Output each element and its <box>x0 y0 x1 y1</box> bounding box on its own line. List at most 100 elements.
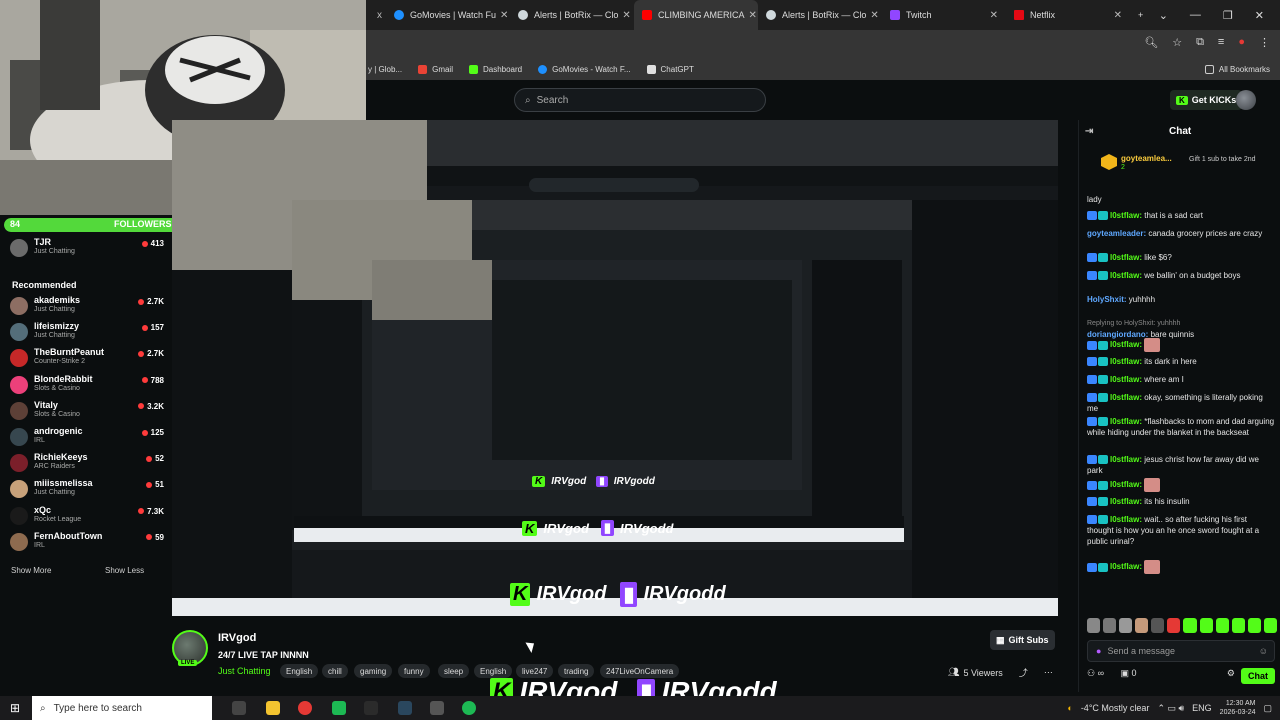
windows-start-icon[interactable]: ⊞ <box>10 701 20 715</box>
bookmark-gmail[interactable]: Gmail <box>418 64 453 74</box>
obs-icon[interactable] <box>364 701 378 715</box>
stream-tag[interactable]: funny <box>398 664 430 678</box>
emote-icon[interactable] <box>1215 618 1229 633</box>
task-view-icon[interactable] <box>232 701 246 715</box>
settings-icon[interactable] <box>430 701 444 715</box>
stream-tag[interactable]: chill <box>322 664 348 678</box>
stream-tag[interactable]: English <box>280 664 319 678</box>
chat-username[interactable]: l0stflaw <box>1110 515 1139 524</box>
chat-users-icon[interactable]: ⚇ ∞ <box>1087 668 1104 678</box>
emote-icon[interactable] <box>1231 618 1245 633</box>
emote-icon[interactable] <box>1103 618 1117 633</box>
stream-category[interactable]: Just Chatting <box>218 666 271 676</box>
tray-icons[interactable]: ⌃ ▭ 🔊︎ <box>1157 703 1184 714</box>
chat-username[interactable]: l0stflaw <box>1110 375 1139 384</box>
bookmark-dashboard[interactable]: Dashboard <box>468 64 522 74</box>
chat-username[interactable]: l0stflaw <box>1110 393 1139 402</box>
chat-username[interactable]: l0stflaw <box>1110 455 1139 464</box>
tab-netflix[interactable]: Netflix ✕ <box>1006 0 1130 30</box>
bookmark-partial[interactable]: y | Glob... <box>368 65 402 74</box>
collapse-chat-icon[interactable]: ⇥ <box>1085 126 1093 137</box>
stream-tag[interactable]: gaming <box>354 664 393 678</box>
emote-icon[interactable] <box>1247 618 1261 633</box>
weather-text[interactable]: -4°C Mostly clear <box>1081 703 1150 713</box>
close-icon[interactable]: ✕ <box>618 10 630 21</box>
tab-search-icon[interactable]: ⌄ <box>1159 9 1168 22</box>
close-icon[interactable]: ✕ <box>496 10 508 21</box>
chat-username[interactable]: HolyShxit <box>1087 295 1124 304</box>
user-avatar[interactable] <box>1236 90 1256 110</box>
emoji-icon[interactable]: ☺ <box>1259 646 1268 656</box>
steam-icon[interactable] <box>398 701 412 715</box>
close-window-icon[interactable]: ✕ <box>1255 9 1264 22</box>
chat-username[interactable]: l0stflaw <box>1110 211 1139 220</box>
notifications-icon[interactable]: ▢ <box>1263 703 1272 714</box>
emote-icon[interactable] <box>1183 618 1197 633</box>
spotify-icon[interactable] <box>462 701 476 715</box>
chat-settings-icon[interactable]: ⚙ <box>1227 668 1235 679</box>
tab-close-partial[interactable]: x <box>366 0 386 30</box>
menu-icon[interactable]: ⋮ <box>1259 36 1270 49</box>
chat-username[interactable]: l0stflaw <box>1110 357 1139 366</box>
close-icon[interactable]: ✕ <box>1110 10 1122 21</box>
sidebar-item-xqc[interactable]: xQc Rocket League 7.3K <box>8 504 164 530</box>
show-less-link[interactable]: Show Less <box>105 566 144 575</box>
tab-climbing-america[interactable]: CLIMBING AMERICA ✕ <box>634 0 758 30</box>
sidebar-item-androgenic[interactable]: androgenic IRL 125 <box>8 425 164 451</box>
chat-username[interactable]: l0stflaw <box>1110 271 1139 280</box>
gift-subs-button[interactable]: ▦ Gift Subs <box>990 630 1055 650</box>
minimize-icon[interactable]: — <box>1190 9 1201 21</box>
sidebar-item-akademiks[interactable]: akademiks Just Chatting 2.7K <box>8 294 164 320</box>
sidebar-item-miiissmelissa[interactable]: miiissmelissa Just Chatting 51 <box>8 477 164 503</box>
taskbar-search-input[interactable]: ⌕ Type here to search <box>32 696 212 720</box>
profile-icon[interactable]: ● <box>1238 36 1245 49</box>
more-icon[interactable]: ⋯ <box>1044 667 1053 678</box>
share-icon[interactable]: ⤴ <box>1019 666 1028 679</box>
maximize-icon[interactable]: ❐ <box>1223 9 1233 22</box>
chat-username[interactable]: l0stflaw <box>1110 497 1139 506</box>
all-bookmarks[interactable]: All Bookmarks <box>1204 64 1270 74</box>
emote-icon[interactable] <box>1087 618 1101 633</box>
emote-icon[interactable] <box>1151 618 1165 633</box>
tab-gomovies[interactable]: GoMovies | Watch Fu ✕ <box>386 0 510 30</box>
points-icon[interactable]: ▣ <box>1121 668 1130 678</box>
channel-name[interactable]: IRVgod <box>218 632 256 644</box>
tab-twitch[interactable]: Twitch ✕ <box>882 0 1006 30</box>
chat-username[interactable]: goyteamleader <box>1087 229 1143 238</box>
search-input[interactable]: ⌕ Search <box>514 88 766 112</box>
stream-tag[interactable]: sleep <box>438 664 470 678</box>
chat-username[interactable]: l0stflaw <box>1110 480 1139 489</box>
sidebar-item-theburntpeanut[interactable]: TheBurntPeanut Counter-Strike 2 2.7K <box>8 346 164 372</box>
clock[interactable]: 12:30 AM 2026-03-24 <box>1220 699 1256 717</box>
chat-username[interactable]: l0stflaw <box>1110 562 1139 571</box>
get-kicks-button[interactable]: K Get KICKs <box>1170 90 1243 110</box>
language[interactable]: ENG <box>1192 703 1212 713</box>
bookmark-gomovies[interactable]: GoMovies - Watch F... <box>538 64 631 74</box>
media-icon[interactable]: ≡ <box>1218 36 1224 49</box>
chat-username[interactable]: l0stflaw <box>1110 340 1139 349</box>
zoom-icon[interactable]: 🔍︎ <box>1144 36 1158 49</box>
sidebar-item-tjr[interactable]: TJR Just Chatting 413 <box>8 236 164 262</box>
file-explorer-icon[interactable] <box>266 701 280 715</box>
tab-botrix-2[interactable]: Alerts | BotRix — Clo ✕ <box>758 0 882 30</box>
chat-username[interactable]: l0stflaw <box>1110 417 1139 426</box>
chat-send-button[interactable]: Chat <box>1241 668 1275 684</box>
tab-botrix-1[interactable]: Alerts | BotRix — Clo ✕ <box>510 0 634 30</box>
sidebar-item-fernabouttown[interactable]: FernAboutTown IRL 59 <box>8 530 164 556</box>
emote-icon[interactable] <box>1199 618 1213 633</box>
sidebar-item-lifeismizzy[interactable]: lifeismizzy Just Chatting 157 <box>8 320 164 346</box>
bookmark-star-icon[interactable]: ☆ <box>1172 36 1182 49</box>
chrome-icon[interactable] <box>298 701 312 715</box>
emote-icon[interactable] <box>1263 618 1277 633</box>
emote-icon[interactable] <box>1135 618 1149 633</box>
show-more-link[interactable]: Show More <box>11 566 51 575</box>
bookmark-chatgpt[interactable]: ChatGPT <box>646 64 694 74</box>
extensions-icon[interactable]: ⧉ <box>1196 36 1204 49</box>
chat-input[interactable]: ● Send a message ☺ <box>1087 640 1275 662</box>
close-icon[interactable]: ✕ <box>986 10 998 21</box>
stream-video[interactable]: K IRVgod ▮ IRVgodd K IRVgod ▮ IRVgodd K IRVgo… <box>172 120 1058 616</box>
emote-icon[interactable] <box>1167 618 1181 633</box>
kick-app-icon[interactable] <box>332 701 346 715</box>
sidebar-item-vitaly[interactable]: Vitaly Slots & Casino 3.2K <box>8 399 164 425</box>
new-tab-button[interactable]: + <box>1130 0 1156 30</box>
